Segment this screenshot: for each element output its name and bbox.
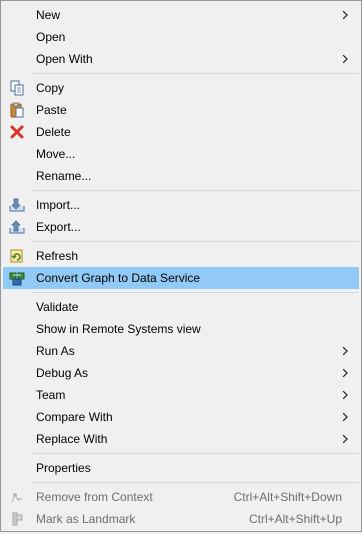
menu-item-shortcut: Ctrl+Alt+Shift+Up	[248, 512, 342, 526]
menu-separator	[32, 482, 359, 483]
menu-item-label: Compare With	[36, 410, 113, 424]
menu-item-team[interactable]: Team	[3, 384, 359, 406]
menu-separator	[32, 292, 359, 293]
menu-item-export[interactable]: Export...	[3, 216, 359, 238]
menu-list: New Open Open With Copy Paste Delete Mov…	[1, 4, 361, 530]
menu-item-delete[interactable]: Delete	[3, 121, 359, 143]
remove-context-icon	[9, 489, 25, 505]
context-menu: New Open Open With Copy Paste Delete Mov…	[0, 0, 362, 532]
menu-item-remove-context[interactable]: Remove from Context Ctrl+Alt+Shift+Down	[3, 486, 359, 508]
chevron-right-icon	[340, 48, 350, 70]
menu-separator	[32, 241, 359, 242]
data-service-icon	[9, 270, 25, 286]
chevron-right-icon	[340, 428, 350, 450]
menu-item-label: Debug As	[36, 366, 89, 380]
menu-item-label: Copy	[36, 81, 65, 95]
menu-item-import[interactable]: Import...	[3, 194, 359, 216]
refresh-icon	[9, 248, 25, 264]
menu-item-validate[interactable]: Validate	[3, 296, 359, 318]
menu-item-label: Export...	[36, 220, 81, 234]
menu-item-label: Validate	[36, 300, 79, 314]
menu-item-properties[interactable]: Properties	[3, 457, 359, 479]
menu-item-label: Import...	[36, 198, 81, 212]
menu-item-convert-graph[interactable]: Convert Graph to Data Service	[3, 267, 359, 289]
menu-item-refresh[interactable]: Refresh	[3, 245, 359, 267]
menu-item-label: Move...	[36, 147, 76, 161]
menu-item-replace-with[interactable]: Replace With	[3, 428, 359, 450]
paste-icon	[9, 102, 25, 118]
menu-item-label: New	[36, 8, 61, 22]
menu-item-run-as[interactable]: Run As	[3, 340, 359, 362]
import-icon	[9, 197, 25, 213]
menu-item-label: Team	[36, 388, 66, 402]
menu-item-label: Delete	[36, 125, 71, 139]
menu-item-label: Convert Graph to Data Service	[36, 271, 201, 285]
menu-item-new[interactable]: New	[3, 4, 359, 26]
menu-item-label: Open With	[36, 52, 93, 66]
menu-item-label: Refresh	[36, 249, 79, 263]
chevron-right-icon	[340, 340, 350, 362]
menu-item-show-remote[interactable]: Show in Remote Systems view	[3, 318, 359, 340]
menu-separator	[32, 73, 359, 74]
menu-item-label: Rename...	[36, 169, 92, 183]
copy-icon	[9, 80, 25, 96]
menu-item-compare-with[interactable]: Compare With	[3, 406, 359, 428]
menu-item-open-with[interactable]: Open With	[3, 48, 359, 70]
menu-item-copy[interactable]: Copy	[3, 77, 359, 99]
menu-item-label: Properties	[36, 461, 91, 475]
menu-item-label: Paste	[36, 103, 67, 117]
menu-item-paste[interactable]: Paste	[3, 99, 359, 121]
chevron-right-icon	[340, 4, 350, 26]
chevron-right-icon	[340, 406, 350, 428]
menu-item-open[interactable]: Open	[3, 26, 359, 48]
menu-item-label: Remove from Context	[36, 490, 153, 504]
menu-item-shortcut: Ctrl+Alt+Shift+Down	[233, 490, 342, 504]
chevron-right-icon	[340, 384, 350, 406]
menu-item-label: Replace With	[36, 432, 108, 446]
menu-item-label: Show in Remote Systems view	[36, 322, 201, 336]
landmark-icon	[9, 511, 25, 527]
menu-item-label: Run As	[36, 344, 75, 358]
menu-item-mark-landmark[interactable]: Mark as Landmark Ctrl+Alt+Shift+Up	[3, 508, 359, 530]
menu-item-label: Mark as Landmark	[36, 512, 136, 526]
menu-item-debug-as[interactable]: Debug As	[3, 362, 359, 384]
export-icon	[9, 219, 25, 235]
delete-icon	[9, 124, 25, 140]
menu-separator	[32, 190, 359, 191]
menu-separator	[32, 453, 359, 454]
menu-item-label: Open	[36, 30, 66, 44]
menu-item-move[interactable]: Move...	[3, 143, 359, 165]
chevron-right-icon	[340, 362, 350, 384]
menu-item-rename[interactable]: Rename...	[3, 165, 359, 187]
